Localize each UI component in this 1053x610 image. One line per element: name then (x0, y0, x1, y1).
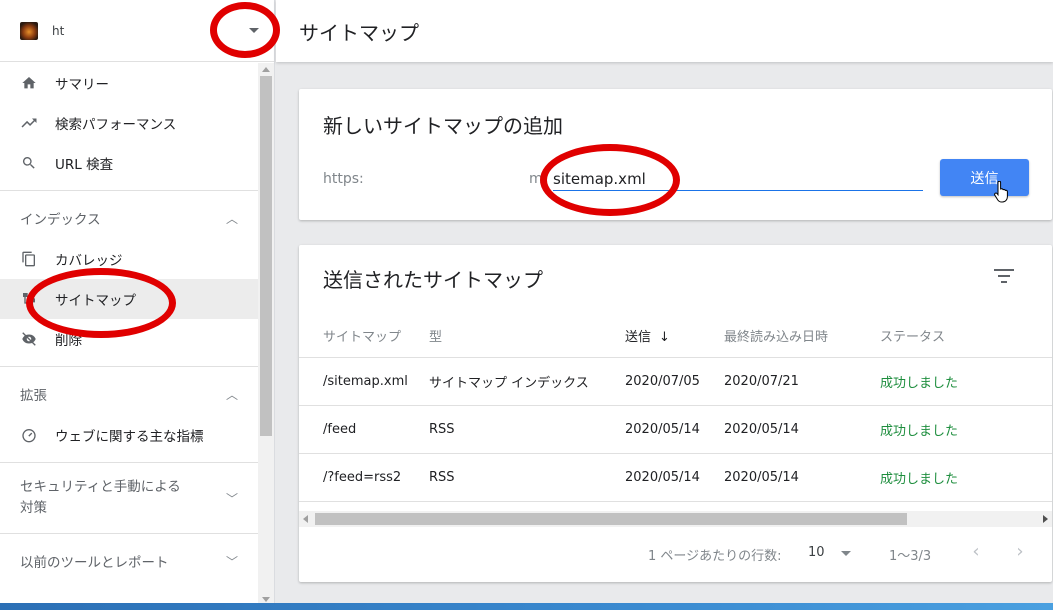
cell-status: 成功しました (880, 453, 1020, 502)
cell-sitemap: /?feed=rss2 (299, 453, 429, 502)
previous-page-button[interactable]: ‹ (966, 541, 986, 563)
sidebar-item-sitemaps[interactable]: サイトマップ (0, 279, 258, 319)
submitted-sitemaps-card: 送信されたサイトマップ サイトマップ 型 送信 ↓ 最終読み込み日時 ステータス … (299, 245, 1052, 582)
section-label: 以前のツールとレポート (20, 555, 169, 571)
chevron-down-icon: ﹀ (225, 554, 238, 569)
caret-down-icon (249, 27, 259, 33)
cell-submitted: 2020/07/05 (625, 357, 724, 406)
sitemap-icon (20, 290, 38, 308)
scroll-left-icon[interactable] (303, 515, 308, 523)
cell-sitemap: /feed (299, 405, 429, 454)
sidebar-item-removals[interactable]: 削除 (0, 319, 258, 359)
rows-per-page-label: 1 ページあたりの行数: (648, 549, 782, 564)
sidebar-item-label: サイトマップ (55, 293, 136, 309)
section-security-header[interactable]: セキュリティと手動による対策 ﹀ (0, 463, 258, 533)
sidebar-item-summary[interactable]: サマリー (0, 63, 258, 103)
filter-icon[interactable] (992, 266, 1016, 286)
scroll-up-icon[interactable] (262, 67, 270, 72)
column-header-type[interactable]: 型 (429, 315, 625, 358)
card-title: 送信されたサイトマップ (323, 268, 543, 292)
eye-off-icon (20, 330, 38, 348)
sidebar-item-label: 削除 (55, 333, 82, 349)
sitemap-url-input[interactable] (553, 167, 923, 191)
column-header-last-read[interactable]: 最終読み込み日時 (724, 315, 880, 358)
submit-button[interactable]: 送信 (940, 159, 1029, 196)
search-icon (20, 154, 38, 172)
scrollbar-thumb[interactable] (260, 76, 272, 436)
card-title: 新しいサイトマップの追加 (323, 114, 563, 138)
table-row[interactable]: /sitemap.xml サイトマップ インデックス 2020/07/05 20… (299, 357, 1052, 406)
copy-icon (20, 250, 38, 268)
cell-status: 成功しました (880, 357, 1020, 406)
sidebar-item-label: 検索パフォーマンス (55, 117, 177, 133)
pagination: 1 ページあたりの行数: 10 1～3/3 ‹ › (299, 541, 1052, 565)
scroll-right-icon[interactable] (1043, 515, 1048, 523)
url-prefix: https: (323, 171, 364, 187)
property-dropdown-button[interactable] (238, 16, 270, 44)
section-index-header[interactable]: インデックス ︿ (0, 191, 258, 245)
cell-overflow (1020, 405, 1052, 454)
cell-last-read: 2020/05/14 (724, 405, 880, 454)
sidebar: ht サマリー 検索パフォーマンス URL 検査 インデックス ︿ カバレッジ … (0, 0, 275, 610)
sidebar-item-label: サマリー (55, 77, 109, 93)
chevron-up-icon: ︿ (225, 387, 238, 402)
sidebar-nav: サマリー 検索パフォーマンス URL 検査 インデックス ︿ カバレッジ サイト… (0, 63, 258, 588)
sidebar-item-performance[interactable]: 検索パフォーマンス (0, 103, 258, 143)
sitemaps-table: サイトマップ 型 送信 ↓ 最終読み込み日時 ステータス /sitemap.xml… (299, 315, 1052, 502)
trending-up-icon (20, 114, 38, 132)
site-favicon-icon (20, 21, 38, 40)
property-name: ht (52, 23, 65, 38)
top-header: サイトマップ (276, 0, 1053, 62)
scrollbar-thumb[interactable] (315, 513, 907, 525)
sidebar-item-coverage[interactable]: カバレッジ (0, 239, 258, 279)
chevron-down-icon: ﹀ (225, 491, 238, 506)
table-row[interactable]: /?feed=rss2 RSS 2020/05/14 2020/05/14 成功… (299, 453, 1052, 502)
cell-last-read: 2020/05/14 (724, 453, 880, 502)
scroll-down-icon[interactable] (262, 597, 270, 602)
section-legacy-header[interactable]: 以前のツールとレポート ﹀ (0, 534, 258, 588)
section-label: セキュリティと手動による対策 (20, 479, 181, 516)
add-sitemap-card: 新しいサイトマップの追加 https: m 送信 (299, 89, 1052, 220)
next-page-button[interactable]: › (1010, 541, 1030, 563)
section-label: 拡張 (20, 388, 47, 404)
caret-down-icon[interactable] (841, 551, 851, 556)
cell-overflow (1020, 453, 1052, 502)
cell-type: サイトマップ インデックス (429, 357, 625, 406)
sidebar-item-label: カバレッジ (55, 253, 123, 269)
column-label: 送信 (625, 330, 652, 346)
cell-submitted: 2020/05/14 (625, 405, 724, 454)
column-header-status[interactable]: ステータス (880, 315, 1020, 358)
hand-cursor-icon (994, 181, 1008, 203)
sidebar-item-core-web-vitals[interactable]: ウェブに関する主な指標 (0, 415, 258, 455)
cell-status: 成功しました (880, 405, 1020, 454)
rows-per-page-select[interactable]: 10 (808, 545, 825, 560)
property-selector[interactable]: ht (0, 0, 274, 62)
cell-last-read: 2020/07/21 (724, 357, 880, 406)
column-header-submitted[interactable]: 送信 ↓ (625, 315, 724, 358)
column-header-overflow (1020, 315, 1052, 358)
sidebar-item-label: ウェブに関する主な指標 (55, 429, 204, 445)
page-range: 1～3/3 (889, 549, 932, 564)
page-title: サイトマップ (299, 20, 419, 45)
url-prefix-tail: m (529, 171, 543, 187)
sidebar-item-label: URL 検査 (55, 157, 114, 173)
gauge-icon (20, 426, 38, 444)
section-enhancements-header[interactable]: 拡張 ︿ (0, 367, 258, 421)
column-header-sitemap[interactable]: サイトマップ (299, 315, 429, 358)
table-header-row: サイトマップ 型 送信 ↓ 最終読み込み日時 ステータス (299, 315, 1052, 358)
chevron-up-icon: ︿ (225, 211, 238, 226)
cell-submitted: 2020/05/14 (625, 453, 724, 502)
table-horizontal-scrollbar[interactable] (299, 511, 1052, 527)
cell-sitemap: /sitemap.xml (299, 357, 429, 406)
sidebar-item-url-inspection[interactable]: URL 検査 (0, 143, 258, 183)
sidebar-scrollbar[interactable] (258, 63, 274, 610)
cell-type: RSS (429, 453, 625, 502)
home-icon (20, 74, 38, 92)
cell-overflow (1020, 357, 1052, 406)
arrow-down-icon: ↓ (659, 330, 670, 346)
section-label: インデックス (20, 212, 101, 228)
cell-type: RSS (429, 405, 625, 454)
os-taskbar-edge (0, 603, 1053, 610)
table-row[interactable]: /feed RSS 2020/05/14 2020/05/14 成功しました (299, 405, 1052, 454)
